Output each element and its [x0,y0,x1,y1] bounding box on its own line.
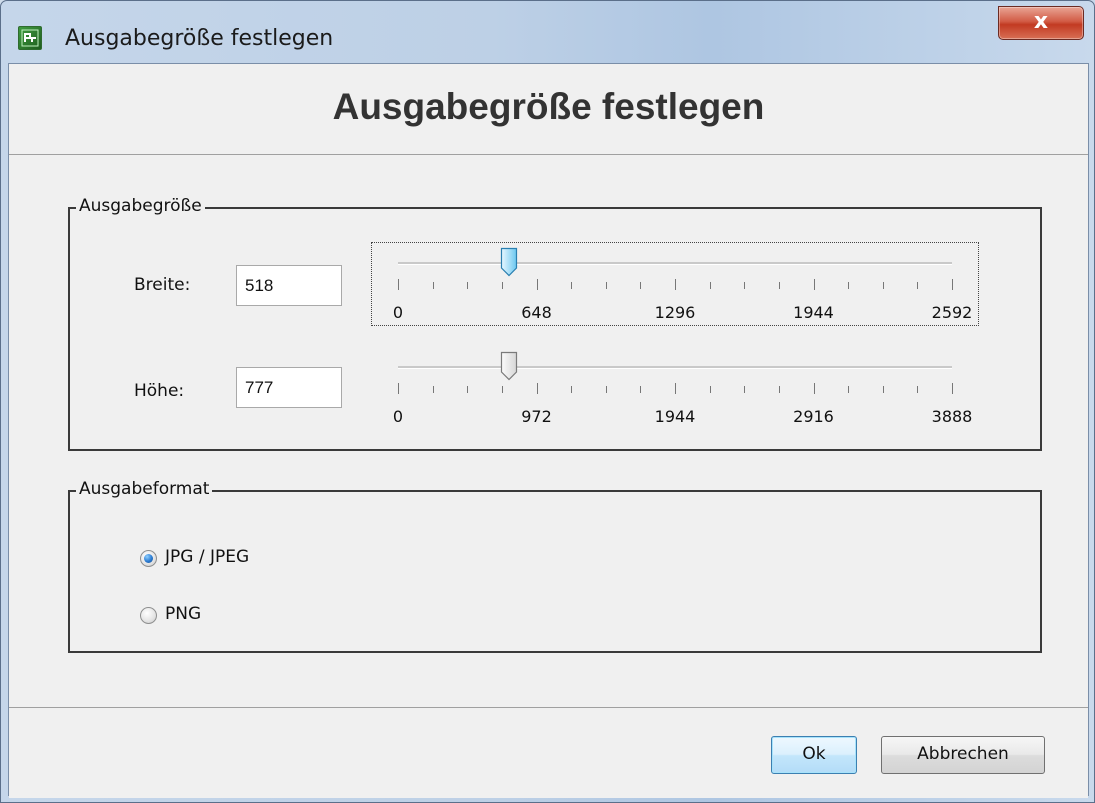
width-slider[interactable]: 0 648 1296 1944 2592 [371,242,979,326]
width-slider-tick [536,279,538,290]
height-slider-tick-label: 2916 [793,407,834,426]
width-slider-tick [501,282,503,289]
dialog-client-area: Ausgabegröße festlegen Ausgabegröße Brei… [8,63,1089,798]
height-slider-tick [501,386,503,393]
output-size-group-label: Ausgabegröße [76,196,205,216]
window-title: Ausgabegröße festlegen [65,26,334,51]
output-format-group: Ausgabeformat JPG / JPEG PNG [68,479,1042,653]
width-slider-tick [952,279,953,290]
width-slider-tick [571,282,573,289]
close-button[interactable]: x [998,6,1084,40]
height-slider-tick [709,386,711,393]
height-slider-tick [813,383,815,394]
width-slider-tick [813,279,815,290]
width-slider-tick [398,279,399,290]
width-slider-tick [778,282,780,289]
button-bar: Ok Abbrechen [9,707,1088,798]
height-slider-tick [398,383,399,394]
height-slider-track[interactable] [398,366,952,369]
height-input[interactable] [236,367,342,408]
width-slider-tick-label: 0 [392,303,404,322]
height-slider-tick [432,386,434,393]
height-slider-tick [675,383,676,394]
height-slider-tick [467,386,469,393]
png-radio-label: PNG [165,604,202,624]
output-size-group: Ausgabegröße Breite: 0 648 1296 1944 2592 Hö… [68,196,1042,451]
width-slider-tick-label: 1944 [793,303,834,322]
close-icon: x [1033,9,1049,34]
ok-button[interactable]: Ok [771,736,857,774]
width-slider-tick [709,282,711,289]
height-slider-tick [571,386,573,393]
height-slider-tick [744,386,746,393]
height-slider-tick-label: 1944 [654,407,696,426]
width-slider-tick-label: 648 [521,303,552,322]
height-slider-tick-label: 0 [392,407,404,426]
height-slider-tick [882,386,884,393]
app-icon [18,26,42,50]
title-bar[interactable]: Ausgabegröße festlegen x [1,1,1094,63]
width-slider-tick-label: 1296 [654,303,696,322]
width-input[interactable] [236,265,342,306]
height-label: Höhe: [134,381,185,401]
height-slider-tick [605,386,607,393]
width-slider-tick [744,282,746,289]
page-title: Ausgabegröße festlegen [332,86,765,127]
height-slider-tick [917,386,919,393]
height-slider-tick-label: 972 [521,407,552,426]
width-slider-thumb[interactable] [500,247,518,277]
jpg-radio-label: JPG / JPEG [165,547,250,567]
width-slider-tick [640,282,642,289]
height-slider-tick [778,386,780,393]
cancel-button[interactable]: Abbrechen [881,736,1045,774]
width-slider-tick [605,282,607,289]
height-slider-tick [952,383,953,394]
width-slider-tick [432,282,434,289]
height-slider-tick [536,383,538,394]
width-slider-tick [917,282,919,289]
header-band: Ausgabegröße festlegen [9,64,1088,155]
height-slider-tick [640,386,642,393]
width-slider-tick [467,282,469,289]
height-slider-tick-label: 3888 [931,407,973,426]
width-slider-tick [882,282,884,289]
height-slider-thumb[interactable] [500,351,518,381]
width-label: Breite: [134,275,191,295]
dialog-window: Ausgabegröße festlegen x Ausgabegröße fe… [0,0,1095,803]
width-slider-tick [848,282,850,289]
jpg-radio[interactable] [140,550,157,567]
output-format-group-label: Ausgabeformat [76,479,213,499]
width-slider-tick [675,279,676,290]
height-slider[interactable]: 0 972 1944 2916 3888 [372,347,978,429]
width-slider-tick-label: 2592 [931,303,973,322]
width-slider-track[interactable] [398,262,952,265]
height-slider-tick [848,386,850,393]
png-radio[interactable] [140,607,157,624]
